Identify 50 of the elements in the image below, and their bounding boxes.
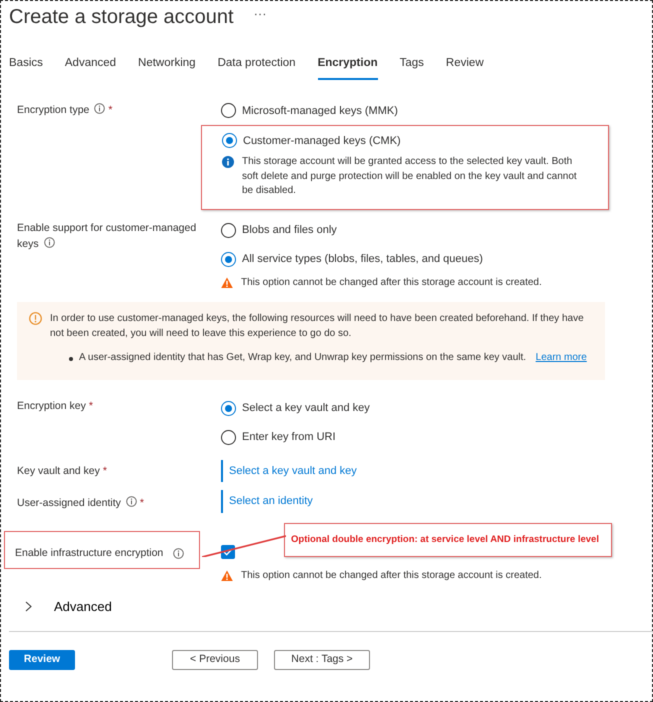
- more-button[interactable]: ···: [254, 4, 267, 24]
- nav-button[interactable]: Next : Tags >: [274, 650, 370, 670]
- field-label: Enable infrastructure encryption: [15, 546, 164, 560]
- notice-text: In order to use customer-managed keys, the following resources will need to have been created beforehand. If they have not been created, you will need to leave this experience to go do so.: [50, 312, 585, 341]
- radio-button[interactable]: [221, 252, 236, 267]
- required-mark: *: [140, 497, 144, 510]
- radio-label[interactable]: Select a key vault and key: [242, 400, 370, 416]
- info-icon: [222, 156, 234, 168]
- tab[interactable]: Basics: [9, 55, 43, 80]
- warning-icon: [221, 276, 233, 289]
- bullet-icon: [69, 356, 73, 360]
- radio-button[interactable]: [221, 222, 236, 238]
- key-select-link[interactable]: Select an identity: [221, 490, 319, 513]
- annotation-callout: Optional double encryption: at service level AND infrastructure level: [284, 522, 612, 557]
- required-mark: *: [88, 400, 93, 412]
- tab[interactable]: Tags: [400, 55, 424, 80]
- bullet-text: A user-assigned identity that has Get, Wrap key, and Unwrap key permissions on the same key vault. Learn more: [79, 351, 587, 366]
- field-label: Key vault and key: [17, 464, 100, 477]
- required-mark: *: [102, 464, 107, 477]
- tab[interactable]: Review: [446, 55, 484, 80]
- field-label: User-assigned identity: [17, 497, 121, 510]
- radio-button[interactable]: [221, 103, 236, 118]
- field-label: Enable support for customer-managed keys: [17, 222, 196, 250]
- radio-label[interactable]: All service types (blobs, files, tables, and queues): [242, 251, 483, 268]
- radio-label[interactable]: Enter key from URI: [242, 429, 336, 446]
- learn-more-link[interactable]: Learn more: [536, 352, 587, 364]
- radio-label[interactable]: Customer-managed keys (CMK): [243, 132, 401, 149]
- radio-button[interactable]: [222, 133, 237, 148]
- note-text: This option cannot be changed after this storage account is created.: [241, 569, 542, 584]
- nav-button[interactable]: < Previous: [172, 650, 258, 670]
- required-mark: *: [108, 104, 112, 116]
- page-title: Create a storage account: [9, 5, 234, 27]
- field-label: Encryption type: [17, 104, 90, 116]
- warning-icon: [221, 570, 233, 582]
- note-text: This option cannot be changed after this storage account is created.: [241, 276, 542, 290]
- radio-label[interactable]: Microsoft-managed keys (MMK): [242, 102, 398, 119]
- info-icon: [29, 312, 42, 326]
- radio-button[interactable]: [221, 400, 236, 416]
- tab[interactable]: Advanced: [64, 55, 116, 80]
- advanced-expander[interactable]: Advanced: [9, 596, 118, 618]
- radio-button[interactable]: [221, 430, 236, 445]
- tab[interactable]: Networking: [138, 55, 196, 80]
- nav-button[interactable]: Review: [9, 650, 75, 670]
- tab[interactable]: Encryption: [318, 55, 378, 80]
- chevron-icon: [23, 601, 34, 612]
- note-text: This storage account will be granted access to the selected key vault. Both soft delete and purge protection will be enabled on the key vault and cannot be disabled.: [242, 155, 578, 198]
- radio-label[interactable]: Blobs and files only: [242, 222, 337, 238]
- field-label: Encryption key: [17, 400, 86, 412]
- tab[interactable]: Data protection: [218, 55, 296, 80]
- key-select-link[interactable]: Select a key vault and key: [221, 460, 363, 482]
